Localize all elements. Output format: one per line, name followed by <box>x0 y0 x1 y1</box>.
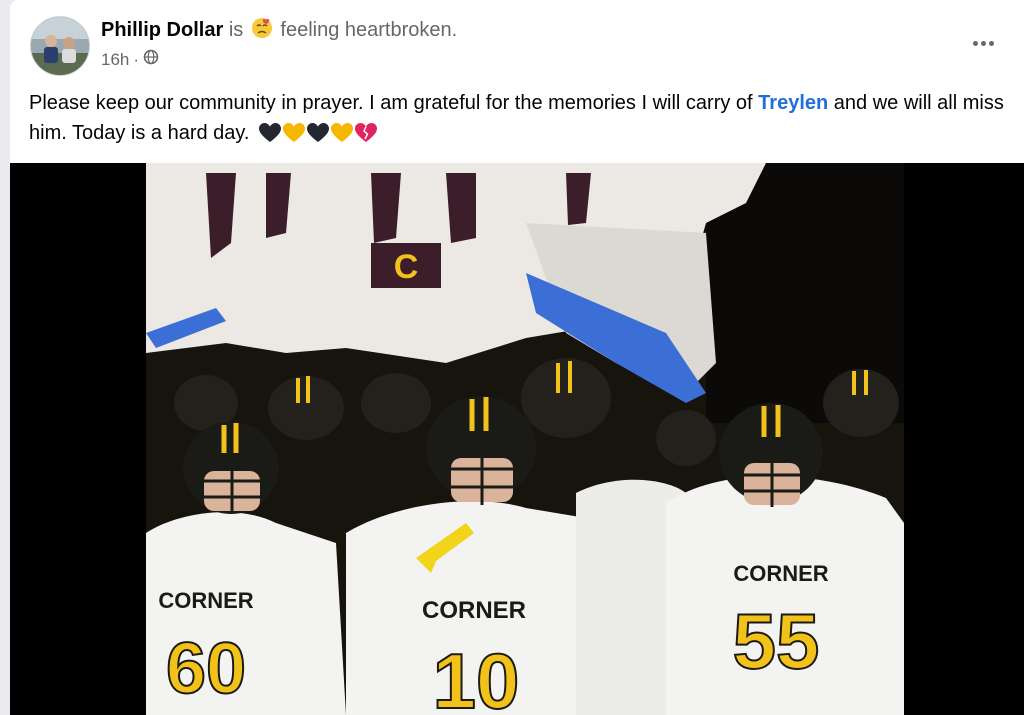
post-time[interactable]: 16h <box>101 50 129 70</box>
feeling-text[interactable]: feeling heartbroken. <box>280 19 457 41</box>
team-photo-illustration: C CORNER CORNER CORNER 60 10 55 <box>146 163 904 715</box>
yellow-heart-icon <box>283 123 306 142</box>
post-body: Please keep our community in prayer. I a… <box>29 88 1019 148</box>
post-meta: 16h · <box>101 49 159 70</box>
globe-icon[interactable] <box>143 49 159 70</box>
post-photo[interactable]: C CORNER CORNER CORNER 60 10 55 <box>146 163 904 715</box>
jersey-text-right: CORNER <box>733 561 828 586</box>
yellow-heart-icon <box>331 123 354 142</box>
jersey-number-left: 60 <box>166 629 246 709</box>
post-header: Phillip Dollar is feeling heartbroken. <box>101 17 457 46</box>
post-photo-frame: C CORNER CORNER CORNER 60 10 55 <box>10 163 1024 715</box>
mention-link[interactable]: Treylen <box>758 92 828 114</box>
jersey-number-center: 10 <box>433 637 520 715</box>
jersey-text-center: CORNER <box>422 597 526 624</box>
broken-heart-icon <box>355 123 378 142</box>
is-word: is <box>228 19 244 41</box>
banner-letter: C <box>394 248 419 286</box>
heart-emojis <box>259 123 378 143</box>
author-name[interactable]: Phillip Dollar <box>101 19 223 41</box>
black-heart-icon <box>259 123 282 142</box>
author-avatar[interactable] <box>30 16 90 76</box>
meta-separator: · <box>133 49 140 69</box>
post-card: Phillip Dollar is feeling heartbroken. 1… <box>10 0 1024 715</box>
jersey-number-right: 55 <box>733 597 820 685</box>
black-heart-icon <box>307 123 330 142</box>
jersey-text-left: CORNER <box>158 588 253 613</box>
more-options-icon[interactable] <box>968 34 998 52</box>
post-text-before: Please keep our community in prayer. I a… <box>29 92 759 114</box>
heartbroken-face-icon <box>251 17 273 46</box>
